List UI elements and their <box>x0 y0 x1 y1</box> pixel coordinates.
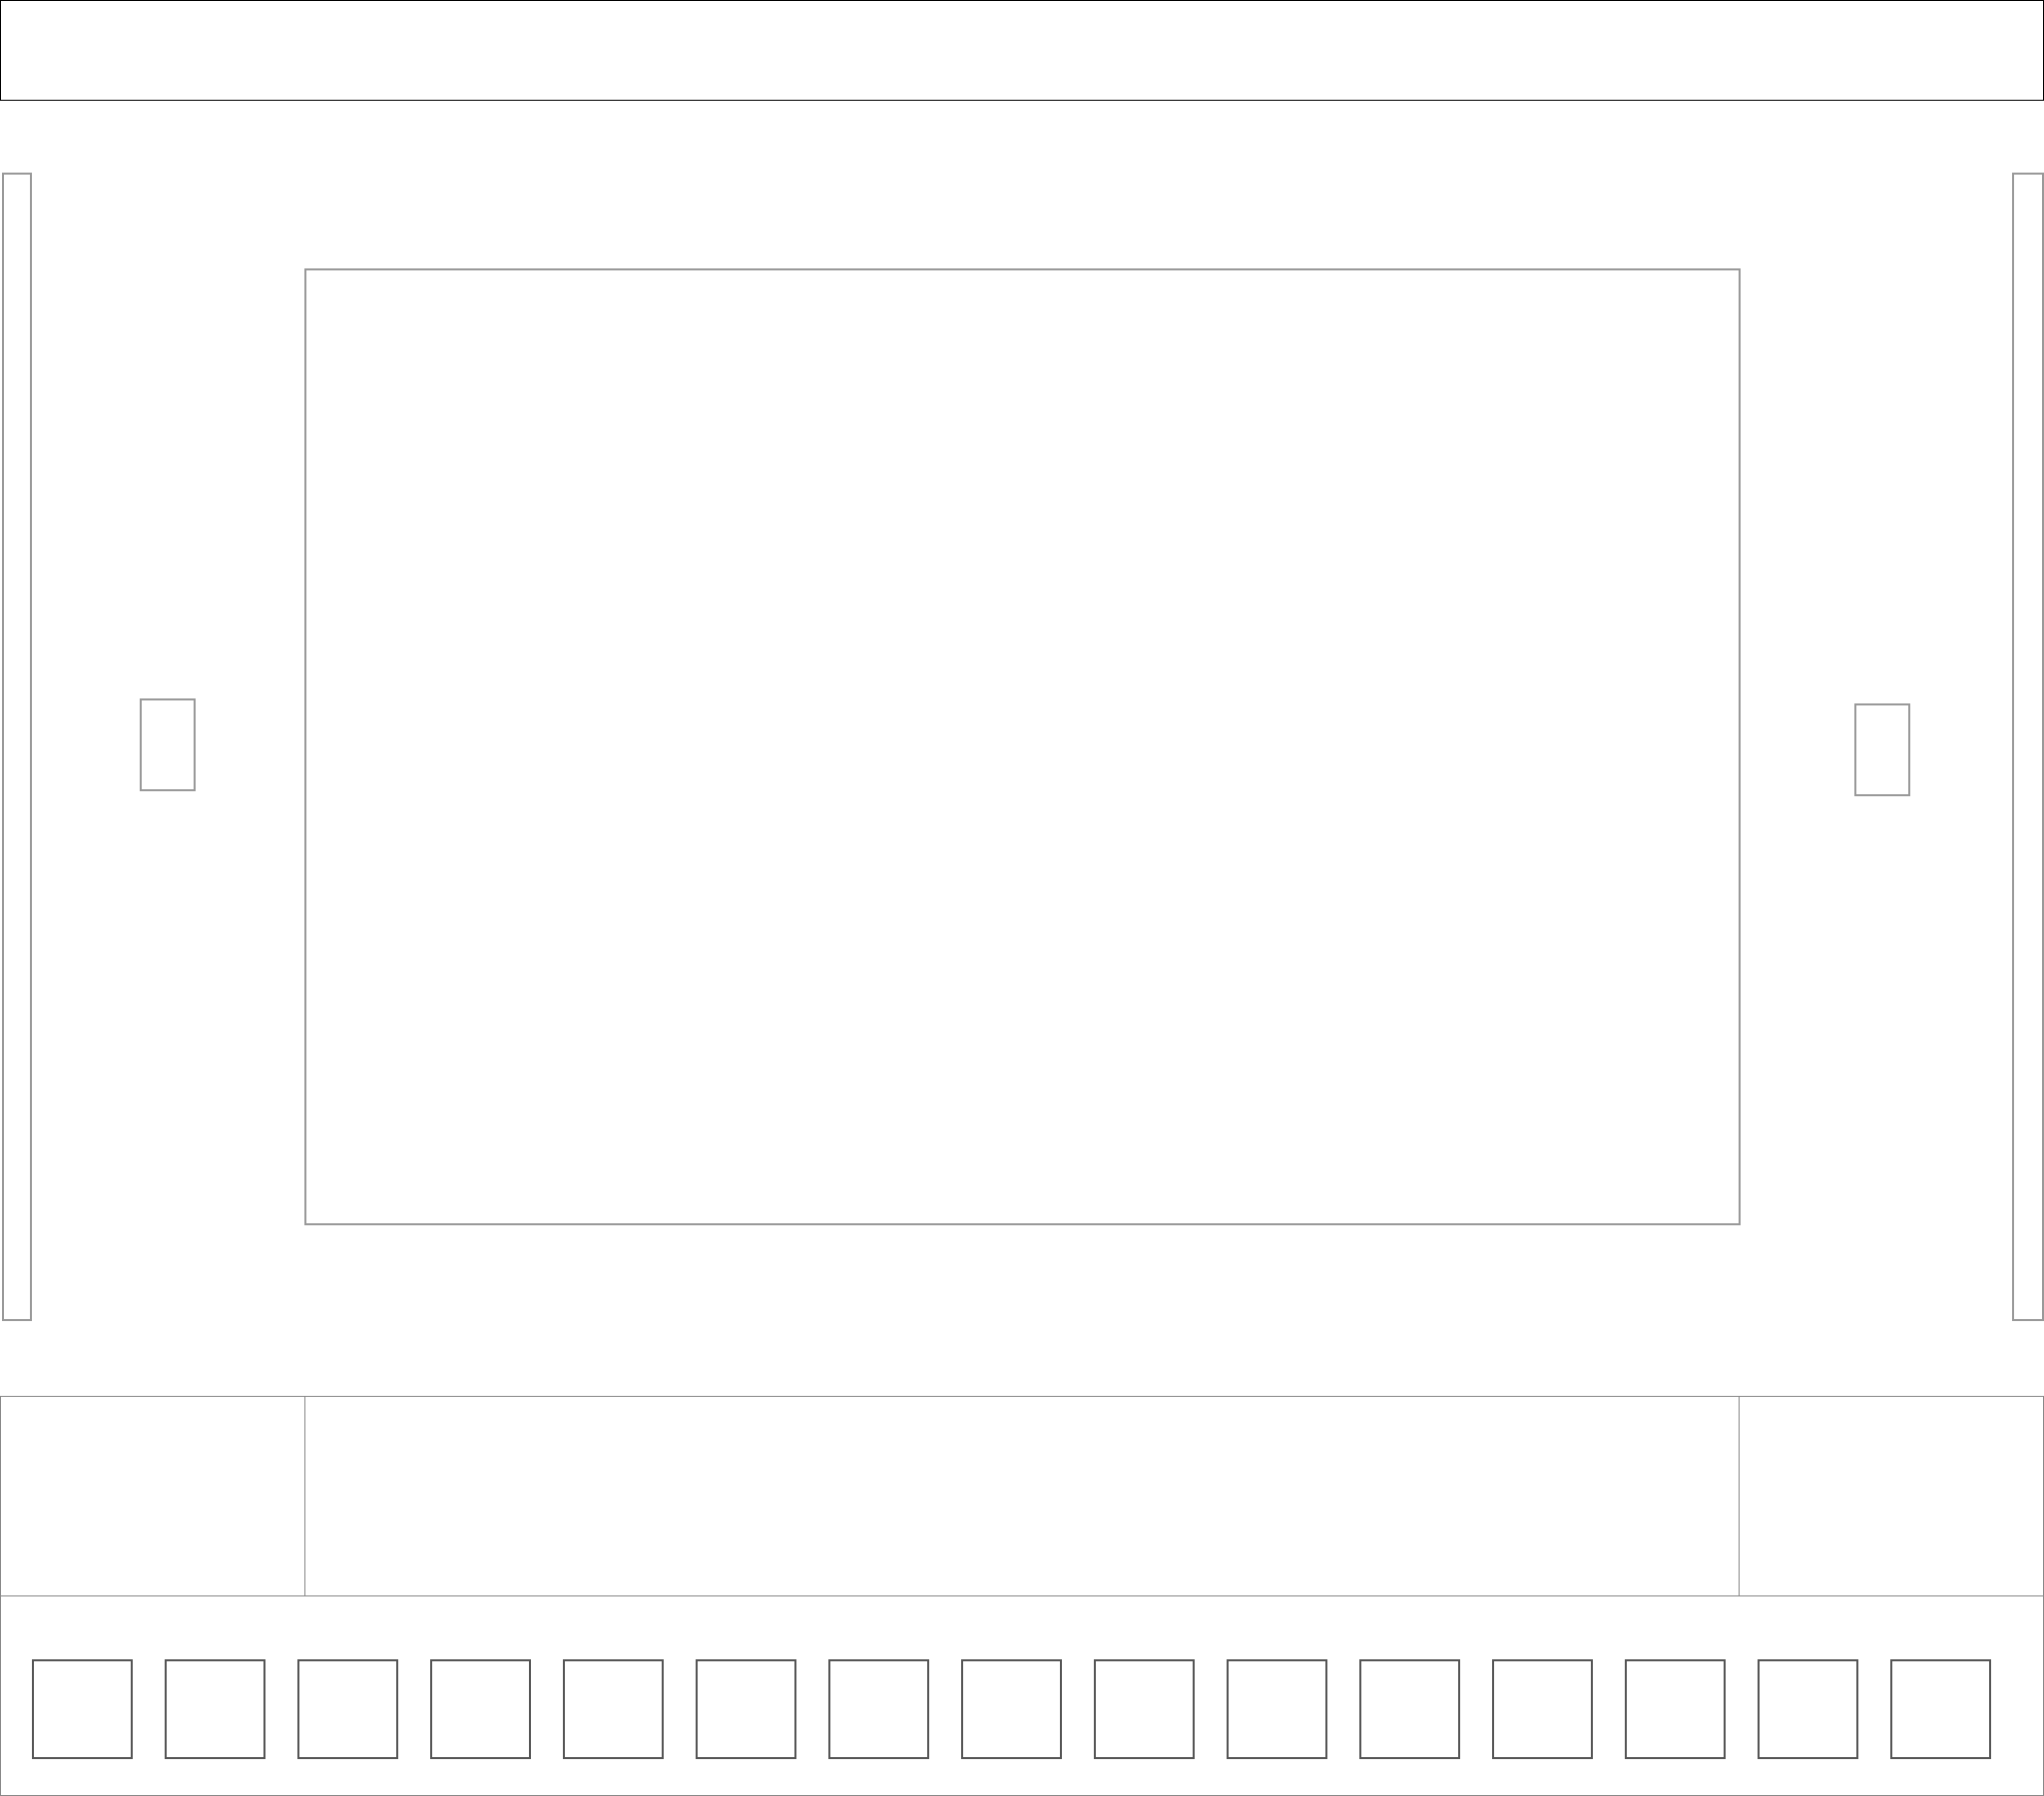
thumbnail-item[interactable] <box>1227 1659 1327 1759</box>
thumbnail-item[interactable] <box>828 1659 929 1759</box>
top-bar <box>0 0 2044 101</box>
thumbnail-item[interactable] <box>1359 1659 1460 1759</box>
thumbnail-item[interactable] <box>165 1659 265 1759</box>
info-bar-left-panel <box>0 1396 305 1596</box>
right-scroll-rail[interactable] <box>2012 173 2044 1321</box>
left-scroll-rail[interactable] <box>2 173 32 1321</box>
thumbnail-item[interactable] <box>430 1659 531 1759</box>
thumbnail-item[interactable] <box>32 1659 133 1759</box>
thumbnail-item[interactable] <box>563 1659 664 1759</box>
next-button[interactable] <box>1854 703 1910 796</box>
main-viewer-frame <box>304 268 1741 1225</box>
thumbnail-item[interactable] <box>961 1659 1062 1759</box>
info-bar-right-panel <box>1739 1396 2044 1596</box>
thumbnail-item[interactable] <box>1094 1659 1195 1759</box>
thumbnail-item[interactable] <box>696 1659 796 1759</box>
thumbnail-item[interactable] <box>1625 1659 1726 1759</box>
thumbnail-item[interactable] <box>1890 1659 1991 1759</box>
previous-button[interactable] <box>140 698 196 791</box>
info-bar <box>0 1396 2044 1596</box>
thumbnail-item[interactable] <box>1492 1659 1593 1759</box>
thumbnail-item[interactable] <box>297 1659 398 1759</box>
thumbnail-item[interactable] <box>1758 1659 1858 1759</box>
